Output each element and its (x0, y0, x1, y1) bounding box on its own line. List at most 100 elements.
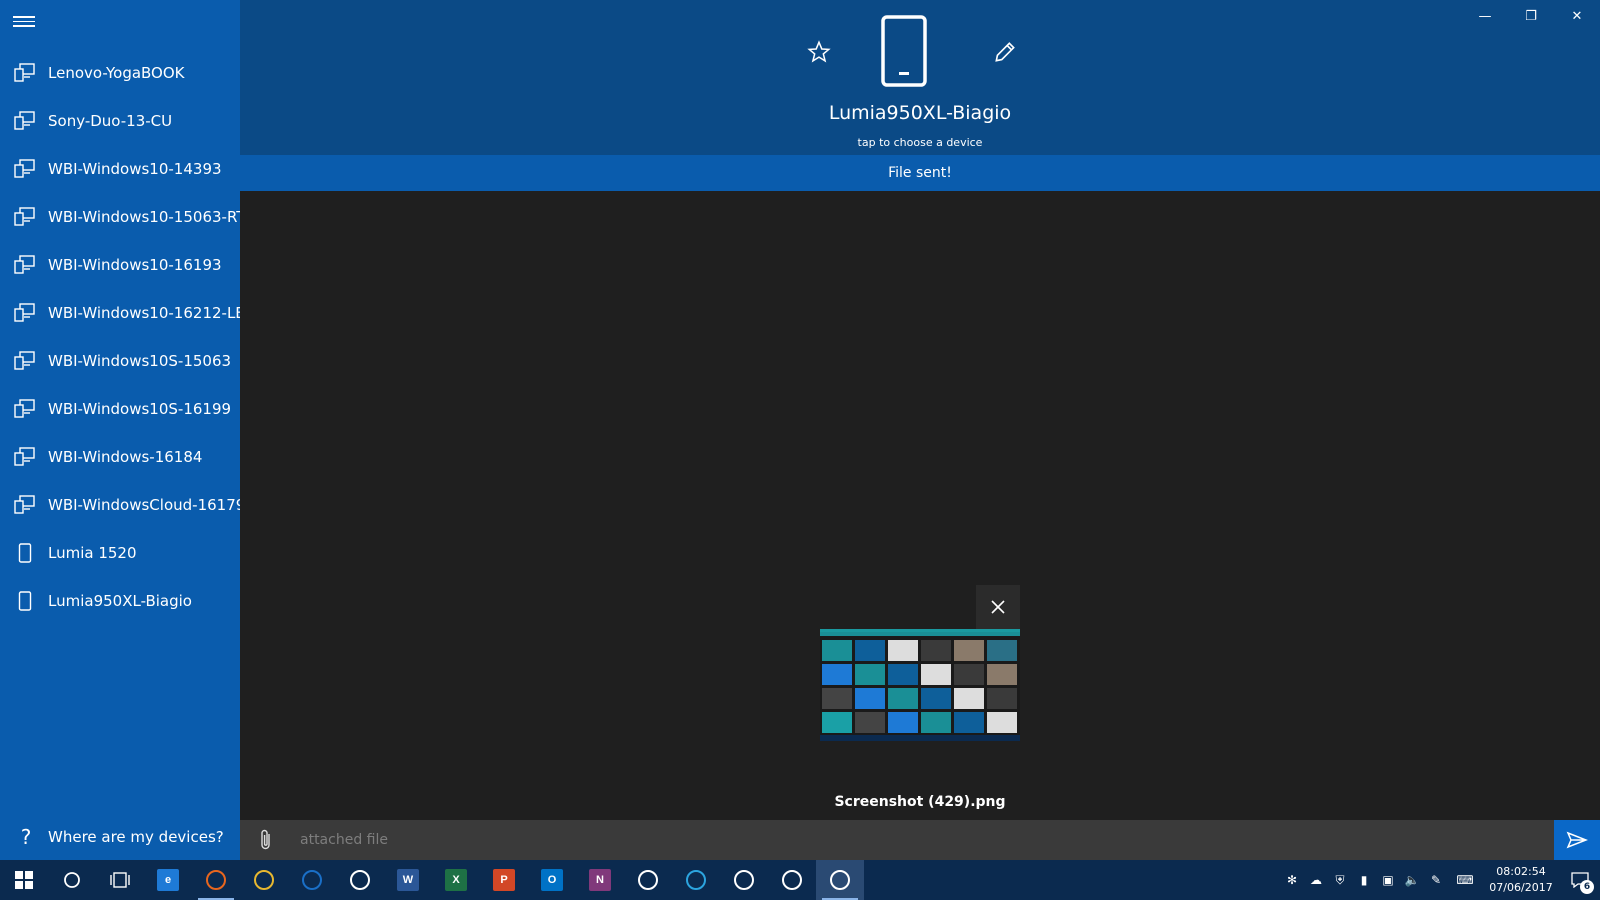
word-taskbar-button[interactable]: W (384, 860, 432, 900)
pc-icon (14, 254, 36, 276)
task-view-button[interactable] (96, 860, 144, 900)
where-are-my-devices-link[interactable]: ? Where are my devices? (0, 814, 240, 860)
thumbnail-tile (954, 664, 984, 685)
whatsapp-taskbar-button[interactable] (624, 860, 672, 900)
sidebar-device-item[interactable]: WBI-Windows10-15063-RTM (0, 193, 240, 241)
sidebar-device-label: WBI-Windows10S-15063 (48, 352, 232, 370)
thumbnail-tile (921, 712, 951, 733)
sidebar-device-label: WBI-Windows10-16212-LEAK (48, 304, 240, 322)
pen-ink-icon[interactable]: ✎ (1424, 860, 1448, 900)
thumbnail-tile (888, 640, 918, 661)
send-icon (1566, 831, 1588, 849)
thumbnail-tile (888, 712, 918, 733)
selected-device-name[interactable]: Lumia950XL-Biagio (240, 102, 1600, 124)
sidebar-device-item[interactable]: WBI-Windows10S-15063 (0, 337, 240, 385)
attached-file-input[interactable] (292, 820, 1492, 860)
sidebar-device-item[interactable]: WBI-Windows10-14393 (0, 145, 240, 193)
content-area: Screenshot (429).png (240, 191, 1600, 820)
sidebar-device-item[interactable]: WBI-Windows10-16193 (0, 241, 240, 289)
keyboard-icon[interactable]: ⌨ (1448, 860, 1482, 900)
clock[interactable]: 08:02:54 07/06/2017 (1482, 864, 1560, 896)
hamburger-icon[interactable] (13, 13, 35, 35)
remove-attachment-button[interactable] (976, 585, 1020, 629)
sidebar-device-item[interactable]: Lumia950XL-Biagio (0, 577, 240, 625)
start-button[interactable] (0, 860, 48, 900)
attachment-filename: Screenshot (429).png (834, 794, 1006, 810)
edge-taskbar-button[interactable]: e (144, 860, 192, 900)
sidebar-device-label: Sony-Duo-13-CU (48, 112, 173, 130)
project-my-screen-icon (830, 870, 850, 890)
favorite-star-icon[interactable] (806, 39, 832, 65)
battery-icon[interactable]: ▮ (1352, 860, 1376, 900)
powerpoint-icon: P (493, 869, 515, 891)
thumbnail-tile (954, 712, 984, 733)
thumbnail-tile (888, 664, 918, 685)
pinwheel-app-icon (734, 870, 754, 890)
paperclip-icon[interactable] (254, 828, 278, 852)
sidebar-device-item[interactable]: WBI-Windows10S-16199 (0, 385, 240, 433)
pc-icon (14, 158, 36, 180)
defender-shield-icon[interactable]: ⛨ (1328, 860, 1352, 900)
tiles-app-taskbar-button[interactable] (768, 860, 816, 900)
close-window-button[interactable]: ✕ (1554, 0, 1600, 32)
file-explorer-icon (254, 870, 274, 890)
pc-icon (14, 62, 36, 84)
store-icon (350, 870, 370, 890)
pc-icon (14, 398, 36, 420)
excel-icon: X (445, 869, 467, 891)
telegram-icon (686, 870, 706, 890)
thumbnail-tile (987, 640, 1017, 661)
powerpoint-taskbar-button[interactable]: P (480, 860, 528, 900)
word-icon: W (397, 869, 419, 891)
pc-icon (14, 494, 36, 516)
file-explorer-taskbar-button[interactable] (240, 860, 288, 900)
thumbnail-tile (987, 712, 1017, 733)
sidebar-device-label: Lenovo-YogaBOOK (48, 64, 185, 82)
thumbnail-tile (954, 688, 984, 709)
sidebar-device-item[interactable]: WBI-Windows-16184 (0, 433, 240, 481)
thumbnail-tile (855, 664, 885, 685)
restore-button[interactable]: ❐ (1508, 0, 1554, 32)
pinwheel-tray-icon[interactable]: ✻ (1280, 860, 1304, 900)
thumbnail-tile (954, 640, 984, 661)
file-manager-taskbar-button[interactable] (288, 860, 336, 900)
sidebar-device-item[interactable]: WBI-WindowsCloud-16179 (0, 481, 240, 529)
sidebar-device-label: Lumia950XL-Biagio (48, 592, 192, 610)
action-center-button[interactable]: 6 (1560, 860, 1600, 900)
cortana-button[interactable] (48, 860, 96, 900)
network-icon[interactable]: ▣ (1376, 860, 1400, 900)
send-button[interactable] (1554, 820, 1600, 860)
pc-icon (14, 206, 36, 228)
attachment-bar (240, 820, 1600, 860)
telegram-taskbar-button[interactable] (672, 860, 720, 900)
thumbnail-tile (987, 688, 1017, 709)
onedrive-icon[interactable]: ☁ (1304, 860, 1328, 900)
sidebar-device-label: WBI-Windows-16184 (48, 448, 203, 466)
selected-device-phone-icon[interactable] (880, 14, 928, 88)
sidebar-device-item[interactable]: Lenovo-YogaBOOK (0, 49, 240, 97)
pc-icon (14, 110, 36, 132)
thumbnail-tile (855, 640, 885, 661)
store-taskbar-button[interactable] (336, 860, 384, 900)
attachment-thumbnail[interactable] (820, 629, 1020, 741)
rename-pencil-icon[interactable] (992, 39, 1018, 65)
sidebar-device-item[interactable]: WBI-Windows10-16212-LEAK (0, 289, 240, 337)
device-header: — ❐ ✕ Lumia950XL-Biagio tap to choose a … (240, 0, 1600, 191)
sidebar-device-item[interactable]: Sony-Duo-13-CU (0, 97, 240, 145)
firefox-taskbar-button[interactable] (192, 860, 240, 900)
sidebar-device-label: Lumia 1520 (48, 544, 137, 562)
onenote-icon: N (589, 869, 611, 891)
minimize-button[interactable]: — (1462, 0, 1508, 32)
excel-taskbar-button[interactable]: X (432, 860, 480, 900)
sidebar-device-item[interactable]: Lumia 1520 (0, 529, 240, 577)
onenote-taskbar-button[interactable]: N (576, 860, 624, 900)
project-my-screen-taskbar-button[interactable] (816, 860, 864, 900)
task-view-icon (110, 872, 130, 888)
clock-time: 08:02:54 (1496, 865, 1546, 878)
outlook-taskbar-button[interactable]: O (528, 860, 576, 900)
phone-icon (14, 542, 36, 564)
volume-muted-icon[interactable]: 🔈 (1400, 860, 1424, 900)
pinwheel-app-taskbar-button[interactable] (720, 860, 768, 900)
thumbnail-tile (822, 712, 852, 733)
clock-date: 07/06/2017 (1489, 881, 1553, 894)
